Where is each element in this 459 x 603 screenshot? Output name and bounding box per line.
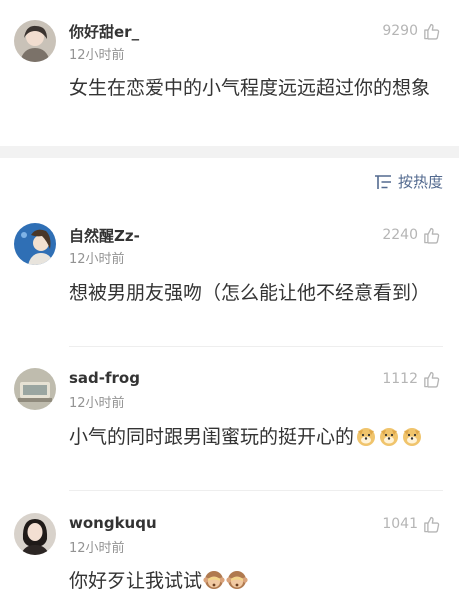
timestamp: 12小时前 (69, 396, 125, 411)
thumbs-up-icon (424, 23, 440, 40)
like-count: 1041 (382, 516, 418, 532)
timestamp: 12小时前 (69, 541, 125, 556)
like-count: 2240 (382, 227, 418, 243)
comment-text: 你好歹让我试试 (69, 566, 441, 597)
like-button[interactable]: 1041 (382, 514, 441, 534)
comment-text: 女生在恋爱中的小气程度远远超过你的想象 (69, 77, 431, 99)
username[interactable]: 你好甜er_ (69, 21, 139, 42)
section-separator (0, 146, 459, 158)
user-avatar[interactable] (14, 513, 56, 555)
thumbs-up-icon (424, 227, 440, 244)
doge-emoji (357, 428, 376, 446)
comment-text: 小气的同时跟男闺蜜玩的挺开心的 (69, 422, 441, 453)
doge-emoji (380, 428, 399, 446)
monkey-emoji (226, 571, 248, 589)
comment-divider (69, 346, 443, 347)
username[interactable]: 自然醒Zz- (69, 225, 140, 246)
like-button[interactable]: 9290 (382, 21, 441, 41)
sort-button[interactable]: 按热度 (374, 171, 443, 192)
username[interactable]: sad-frog (69, 369, 140, 387)
like-button[interactable]: 2240 (382, 225, 441, 245)
username[interactable]: wongkuqu (69, 514, 157, 532)
like-button[interactable]: 1112 (382, 369, 441, 389)
like-count: 1112 (382, 371, 418, 387)
comment-text: 想被男朋友强吻（怎么能让他不经意看到） (69, 282, 431, 304)
comment-divider (69, 490, 443, 491)
user-avatar[interactable] (14, 20, 56, 62)
sort-list-icon (374, 174, 391, 189)
doge-emoji (403, 428, 422, 446)
sort-label: 按热度 (397, 173, 443, 191)
timestamp: 12小时前 (69, 48, 125, 63)
comment-text-content: 小气的同时跟男闺蜜玩的挺开心的 (69, 426, 355, 448)
user-avatar[interactable] (14, 223, 56, 265)
thumbs-up-icon (424, 516, 440, 533)
thumbs-up-icon (424, 371, 440, 388)
monkey-emoji (203, 571, 225, 589)
user-avatar[interactable] (14, 368, 56, 410)
timestamp: 12小时前 (69, 252, 125, 267)
like-count: 9290 (382, 23, 418, 39)
comment-text-content: 你好歹让我试试 (69, 570, 203, 592)
